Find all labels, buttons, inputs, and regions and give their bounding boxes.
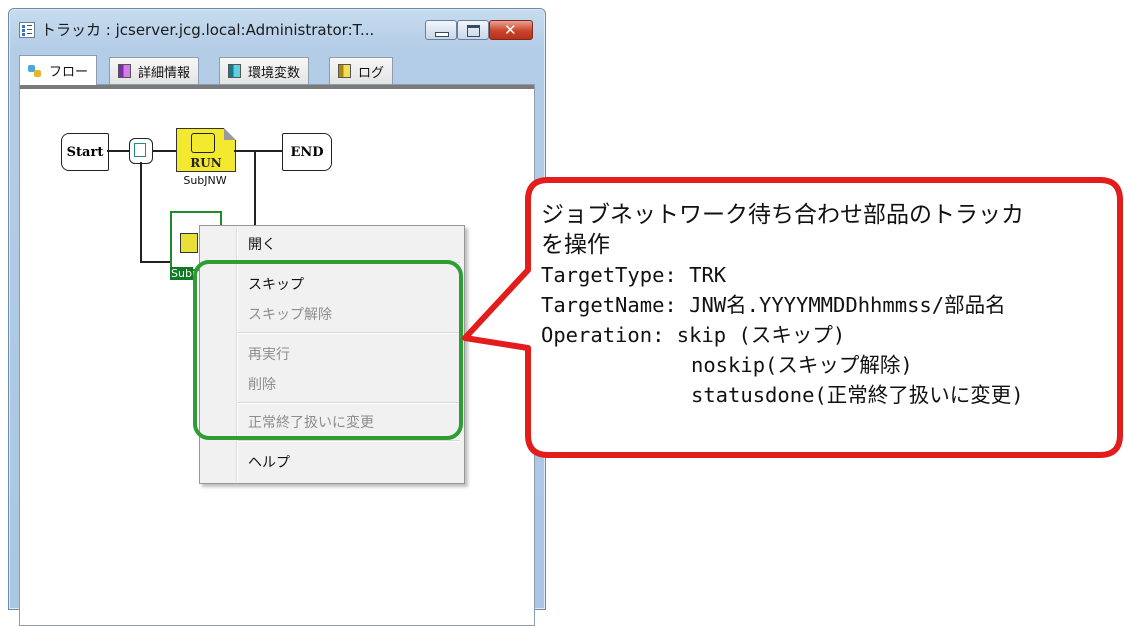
tab-flow[interactable]: フロー <box>19 55 98 85</box>
callout-text: ジョブネットワーク待ち合わせ部品のトラッカ を操作 TargetType: TR… <box>541 200 1121 410</box>
callout-line-7: statusdone(正常終了扱いに変更) <box>691 383 1024 407</box>
flow-icon <box>28 64 42 78</box>
callout-line-4: TargetName: JNW名.YYYYMMDDhhmmss/部品名 <box>541 293 1006 317</box>
callout-line-6: noskip(スキップ解除) <box>691 353 913 377</box>
callout-line-1: ジョブネットワーク待ち合わせ部品のトラッカ <box>541 202 1024 228</box>
callout-line-3: TargetType: TRK <box>541 263 727 287</box>
callout-line-2: を操作 <box>541 232 610 258</box>
tab-flow-label: フロー <box>49 65 89 80</box>
callout-line-5: Operation: skip (スキップ) <box>541 323 846 347</box>
